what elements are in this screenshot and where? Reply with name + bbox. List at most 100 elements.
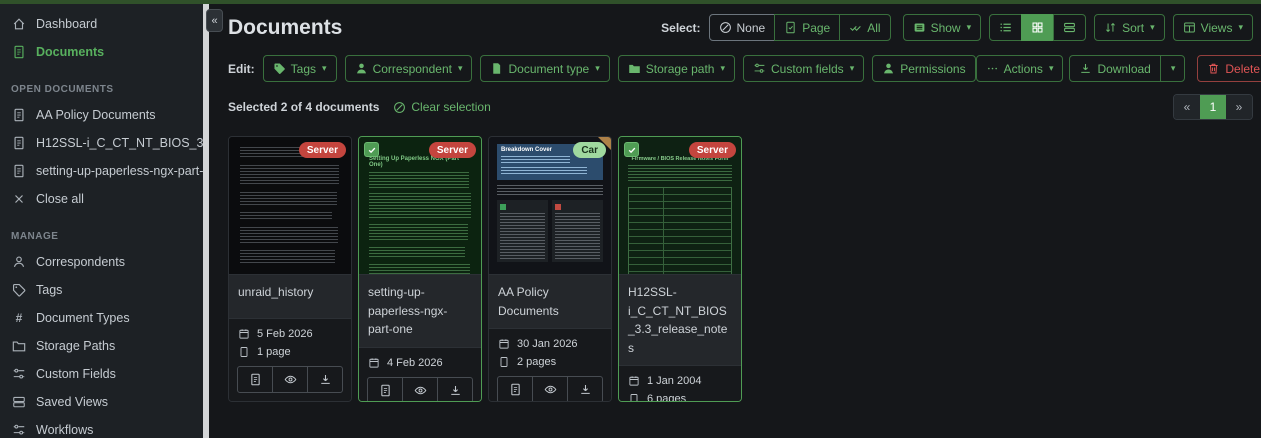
document-card[interactable]: Server Firmware / BIOS Release Notes For… [618,136,742,402]
thumb-text-lines [500,213,545,259]
sidebar-item-correspondents[interactable]: Correspondents [0,248,203,276]
selected-checkbox[interactable] [624,142,639,157]
open-doc-item[interactable]: H12SSL-i_C_CT_NT_BIOS_3.3_rele... [0,129,203,157]
caret-down-icon: ▾ [1049,64,1054,73]
download-document-button[interactable] [567,377,602,402]
close-all-button[interactable]: Close all [0,185,203,213]
document-title[interactable]: AA Policy Documents [489,274,611,328]
views-dropdown-button[interactable]: Views ▾ [1173,14,1253,41]
sidebar-collapse-button[interactable]: « [206,9,223,32]
sort-icon [1104,21,1117,34]
download-document-button[interactable] [437,378,472,402]
delete-button[interactable]: Delete [1197,55,1261,82]
edit-label: Edit: [228,62,255,76]
document-title[interactable]: H12SSL-i_C_CT_NT_BIOS_3.3_release_notes [619,274,741,365]
view-grid-button[interactable] [1021,14,1054,41]
select-label: Select: [661,21,700,35]
calendar-icon [628,375,640,387]
tag-icon [273,62,286,75]
tag-badge[interactable]: Server [689,142,736,158]
show-fields-icon [913,21,926,34]
document-card[interactable]: Car Breakdown Cover [488,136,612,402]
open-doc-label: H12SSL-i_C_CT_NT_BIOS_3.3_rele... [36,136,203,150]
document-card[interactable]: Server Setting Up Paperless NGX (Part On… [358,136,482,402]
show-dropdown-button[interactable]: Show ▾ [903,14,982,41]
document-thumbnail[interactable]: Server [229,137,351,274]
document-title[interactable]: unraid_history [229,274,351,318]
edit-custom-fields-label: Custom fields [771,63,844,75]
document-card[interactable]: Server unraid_history 5 Feb 2026 1 page [228,136,352,402]
preview-button[interactable] [532,377,567,402]
pagination-page-1[interactable]: 1 [1200,95,1226,119]
open-doc-item[interactable]: AA Policy Documents [0,101,203,129]
open-document-button[interactable] [368,378,402,402]
download-document-button[interactable] [307,367,342,392]
select-all-button[interactable]: All [839,14,890,41]
sidebar-item-custom-fields[interactable]: Custom Fields [0,360,203,388]
tag-badge[interactable]: Server [429,142,476,158]
thumb-text-lines [501,167,587,175]
document-thumbnail[interactable]: Car Breakdown Cover [489,137,611,274]
document-thumbnail[interactable]: Server Setting Up Paperless NGX (Part On… [359,137,481,274]
sidebar-item-documents[interactable]: Documents [0,38,203,66]
page-icon [498,356,510,368]
sidebar-item-saved-views[interactable]: Saved Views [0,388,203,416]
select-none-button[interactable]: None [709,14,776,41]
select-none-label: None [737,22,766,34]
clear-selection-label: Clear selection [411,100,490,114]
edit-custom-fields-button[interactable]: Custom fields ▾ [743,55,864,82]
tag-badge[interactable]: Car [573,142,606,158]
close-all-label: Close all [36,192,84,206]
folder-icon [628,62,641,75]
actions-dropdown-button[interactable]: Actions ▾ [976,55,1064,82]
edit-storage-path-button[interactable]: Storage path ▾ [618,55,735,82]
edit-permissions-button[interactable]: Permissions [872,55,975,82]
thumb-text-lines [240,212,332,221]
document-thumbnail[interactable]: Server Firmware / BIOS Release Notes For… [619,137,741,274]
view-list-button[interactable] [989,14,1022,41]
sidebar-item-tags[interactable]: Tags [0,276,203,304]
thumb-columns [497,200,603,262]
download-options-button[interactable]: ▾ [1160,55,1186,82]
select-page-button[interactable]: Page [774,14,840,41]
open-document-button[interactable] [238,367,272,392]
manage-header: MANAGE [0,227,203,248]
sidebar-item-label: Custom Fields [36,367,116,381]
tag-badge[interactable]: Server [299,142,346,158]
sidebar-item-document-types[interactable]: # Document Types [0,304,203,332]
pagination-prev-button[interactable]: « [1174,95,1200,119]
download-label: Download [1097,63,1150,75]
thumb-text-lines [369,224,468,242]
edit-document-type-button[interactable]: Document type ▾ [480,55,609,82]
pagination-next-button[interactable]: » [1226,95,1252,119]
file-text-icon [12,108,26,122]
download-button[interactable]: Download [1069,55,1160,82]
selected-checkbox[interactable] [364,142,379,157]
document-pages: 2 pages [497,353,603,371]
sidebar-item-dashboard[interactable]: Dashboard [0,10,203,38]
clear-selection-link[interactable]: Clear selection [393,100,490,114]
preview-button[interactable] [272,367,307,392]
sidebar-item-storage-paths[interactable]: Storage Paths [0,332,203,360]
sort-dropdown-button[interactable]: Sort ▾ [1094,14,1165,41]
thumb-text-lines [369,264,470,274]
open-doc-item[interactable]: setting-up-paperless-ngx-part-one [0,157,203,185]
edit-correspondent-button[interactable]: Correspondent ▾ [345,55,473,82]
thumb-text-lines [240,227,338,244]
file-icon [490,62,503,75]
open-doc-label: AA Policy Documents [36,108,156,122]
sidebar-item-workflows[interactable]: Workflows [0,416,203,438]
open-document-button[interactable] [498,377,532,402]
sidebar-item-label: Tags [36,283,62,297]
thumb-text-lines [501,156,570,164]
list-view-icon [999,21,1012,34]
document-date: 30 Jan 2026 [497,335,603,353]
document-date: 4 Feb 2026 [367,354,473,372]
sidebar: Dashboard Documents OPEN DOCUMENTS AA Po… [0,4,203,438]
document-title[interactable]: setting-up-paperless-ngx-part-one [359,274,481,347]
file-text-icon [249,373,262,386]
view-cards-button[interactable] [1053,14,1086,41]
edit-tags-button[interactable]: Tags ▾ [263,55,337,82]
preview-button[interactable] [402,378,437,402]
date-label: 4 Feb 2026 [387,357,443,369]
